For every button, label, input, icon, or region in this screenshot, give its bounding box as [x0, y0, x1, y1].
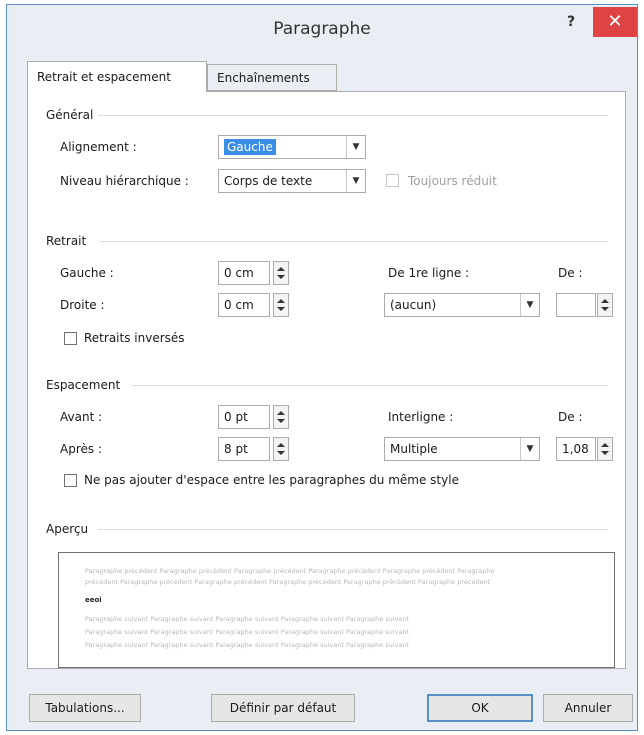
preview-next-line: Paragraphe suivant Paragraphe suivant Pa… — [85, 641, 410, 649]
arrow-up-icon[interactable] — [277, 299, 285, 303]
arrow-up-icon[interactable] — [277, 267, 285, 271]
indent-by-input[interactable] — [556, 293, 613, 317]
dialog-title: Paragraphe — [273, 19, 371, 39]
section-general: Général — [46, 108, 94, 122]
right-indent-input[interactable]: 0 cm — [218, 293, 289, 317]
mirror-indents-label: Retraits inversés — [84, 331, 185, 345]
section-preview: Aperçu — [46, 522, 89, 536]
spacing-at-label: De : — [558, 410, 583, 424]
left-indent-label: Gauche : — [60, 266, 114, 280]
tab-indents-spacing[interactable]: Retrait et espacement — [27, 61, 207, 92]
separator — [98, 115, 608, 116]
alignment-value: Gauche — [224, 139, 276, 155]
tab-line-page-breaks[interactable]: Enchaînements — [207, 64, 337, 91]
collapsed-label: Toujours réduit — [408, 174, 497, 188]
collapsed-checkbox[interactable] — [386, 174, 399, 187]
no-space-same-style-label: Ne pas ajouter d'espace entre les paragr… — [84, 473, 459, 487]
preview-previous-line: Paragraphe précédent Paragraphe précéden… — [85, 567, 495, 575]
outline-level-dropdown[interactable]: Corps de texte ▼ — [218, 169, 366, 193]
space-after-label: Après : — [60, 442, 102, 456]
space-after-value: 8 pt — [224, 442, 248, 456]
arrow-down-icon[interactable] — [601, 451, 609, 455]
section-spacing: Espacement — [46, 378, 121, 392]
first-line-value: (aucun) — [390, 298, 437, 312]
space-before-label: Avant : — [60, 410, 103, 424]
preview-previous-line: précédent Paragraphe précédent Paragraph… — [85, 578, 491, 586]
ok-button[interactable]: OK — [427, 694, 533, 722]
indent-by-spinner[interactable] — [597, 293, 613, 317]
right-indent-label: Droite : — [60, 298, 105, 312]
left-indent-value: 0 cm — [224, 266, 254, 280]
tab-panel: Général Alignement : Gauche ▼ Niveau hié… — [27, 91, 626, 669]
chevron-down-icon[interactable]: ▼ — [520, 294, 539, 316]
space-before-input[interactable]: 0 pt — [218, 405, 289, 429]
chevron-down-icon[interactable]: ▼ — [346, 170, 365, 192]
alignment-dropdown[interactable]: Gauche ▼ — [218, 135, 366, 159]
cancel-button[interactable]: Annuler — [543, 694, 633, 722]
left-indent-input[interactable]: 0 cm — [218, 261, 289, 285]
chevron-down-icon[interactable]: ▼ — [520, 438, 539, 460]
close-icon: ✕ — [607, 11, 623, 32]
space-before-value: 0 pt — [224, 410, 248, 424]
arrow-down-icon[interactable] — [277, 419, 285, 423]
arrow-down-icon[interactable] — [601, 307, 609, 311]
alignment-label: Alignement : — [60, 140, 137, 154]
separator — [100, 241, 608, 242]
chevron-down-icon[interactable]: ▼ — [346, 136, 365, 158]
space-after-input[interactable]: 8 pt — [218, 437, 289, 461]
arrow-up-icon[interactable] — [277, 411, 285, 415]
line-spacing-label: Interligne : — [388, 410, 454, 424]
line-spacing-dropdown[interactable]: Multiple ▼ — [384, 437, 540, 461]
close-button[interactable]: ✕ — [593, 7, 637, 37]
arrow-down-icon[interactable] — [277, 275, 285, 279]
indent-by-label: De : — [558, 266, 583, 280]
preview-current-text: eeoi — [85, 596, 102, 604]
mirror-indents-checkbox[interactable] — [64, 332, 77, 345]
line-spacing-value: Multiple — [390, 442, 438, 456]
paragraph-dialog: Paragraphe ? ✕ Retrait et espacement Enc… — [6, 4, 638, 731]
spacing-at-spinner[interactable] — [597, 437, 613, 461]
left-indent-spinner[interactable] — [273, 261, 289, 285]
first-line-label: De 1re ligne : — [388, 266, 470, 280]
separator — [132, 385, 608, 386]
preview-next-line: Paragraphe suivant Paragraphe suivant Pa… — [85, 615, 410, 623]
section-indentation: Retrait — [46, 234, 87, 248]
spacing-at-input[interactable]: 1,08 — [556, 437, 613, 461]
preview-box: Paragraphe précédent Paragraphe précéden… — [58, 552, 615, 668]
outline-level-value: Corps de texte — [224, 174, 313, 188]
first-line-dropdown[interactable]: (aucun) ▼ — [384, 293, 540, 317]
arrow-up-icon[interactable] — [601, 299, 609, 303]
preview-next-line: Paragraphe suivant Paragraphe suivant Pa… — [85, 628, 410, 636]
spacing-at-value: 1,08 — [562, 442, 589, 456]
right-indent-value: 0 cm — [224, 298, 254, 312]
arrow-down-icon[interactable] — [277, 451, 285, 455]
arrow-up-icon[interactable] — [277, 443, 285, 447]
arrow-down-icon[interactable] — [277, 307, 285, 311]
right-indent-spinner[interactable] — [273, 293, 289, 317]
tabs-button[interactable]: Tabulations... — [29, 694, 141, 722]
title-bar[interactable]: Paragraphe ? ✕ — [7, 5, 637, 57]
help-button[interactable]: ? — [567, 14, 575, 30]
outline-level-label: Niveau hiérarchique : — [60, 174, 189, 188]
space-before-spinner[interactable] — [273, 405, 289, 429]
no-space-same-style-checkbox[interactable] — [64, 474, 77, 487]
separator — [98, 529, 608, 530]
set-default-button[interactable]: Définir par défaut — [211, 694, 355, 722]
arrow-up-icon[interactable] — [601, 443, 609, 447]
space-after-spinner[interactable] — [273, 437, 289, 461]
